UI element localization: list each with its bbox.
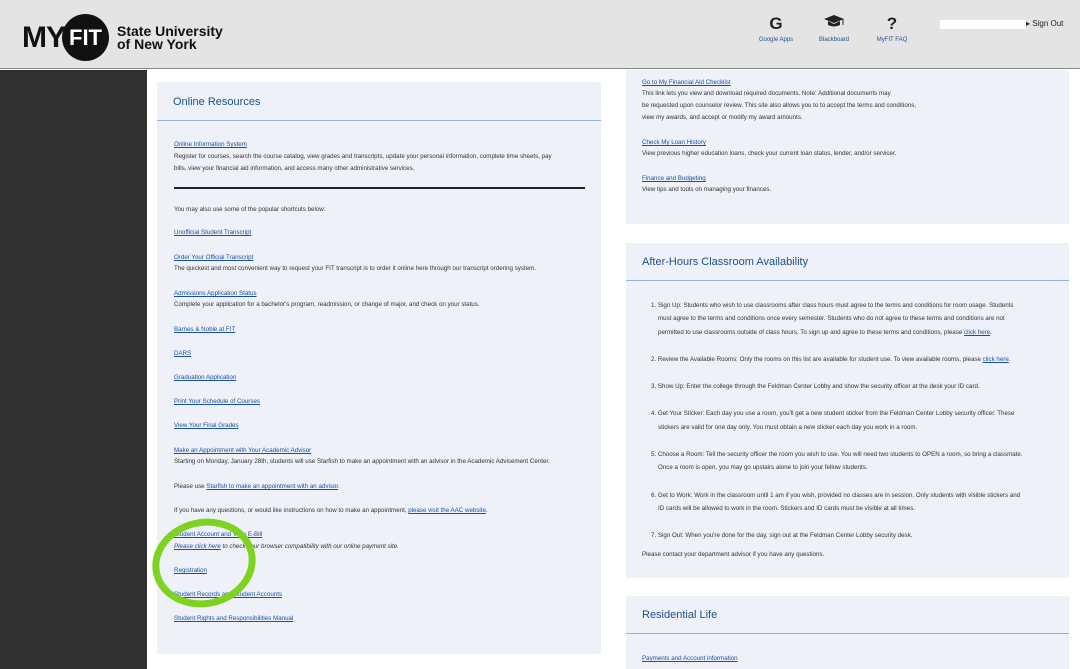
left-sidebar xyxy=(0,70,147,669)
unofficial-transcript-link[interactable]: Unofficial Student Transcript xyxy=(174,228,251,237)
order-transcript-description: The quickest and most convenient way to … xyxy=(174,265,537,272)
after-hours-item-6b: ID cards will be allowed to work in the … xyxy=(658,505,915,512)
print-schedule-link[interactable]: Print Your Schedule of Courses xyxy=(174,397,260,406)
after-hours-item-3: 3. Show Up: Enter the college through th… xyxy=(651,383,980,390)
after-hours-item-2: 2. Review the Available Rooms: Only the … xyxy=(651,356,1011,363)
myfit-faq-link[interactable]: ? MyFIT FAQ xyxy=(862,14,922,43)
after-hours-item-5b: Once a room is open, you may go upstairs… xyxy=(658,464,868,471)
graduation-cap-icon xyxy=(804,14,864,34)
after-hours-item-1a: 1. Sign Up: Students who wish to use cla… xyxy=(651,302,1014,309)
after-hours-title: After-Hours Classroom Availability xyxy=(642,256,809,268)
checklist-description-line3: view my awards, and accept or modify my … xyxy=(642,114,803,121)
google-apps-label: Google Apps xyxy=(758,37,794,43)
payments-account-link[interactable]: Payments and Account information xyxy=(642,654,738,663)
google-icon: G xyxy=(769,14,783,33)
after-hours-item-1b: must agree to the terms and conditions o… xyxy=(658,315,1005,322)
section-divider xyxy=(174,187,585,189)
student-rights-link[interactable]: Student Rights and Responsibilities Manu… xyxy=(174,614,293,623)
aac-questions-line: If you have any questions, or would like… xyxy=(174,507,488,514)
after-hours-item-4b: stickers are valid for one day only. You… xyxy=(658,424,918,431)
starfish-line: Please use Starfish to make an appointme… xyxy=(174,483,340,490)
barnes-noble-link[interactable]: Barnes & Noble at FIT xyxy=(174,325,235,334)
order-transcript-link[interactable]: Order Your Official Transcript xyxy=(174,253,253,262)
loan-history-description: View previous higher education loans, ch… xyxy=(642,150,897,157)
checklist-description-line2: be requested upon counselor review. This… xyxy=(642,102,917,109)
checklist-description-line1: This link lets you view and download req… xyxy=(642,90,891,97)
sign-up-click-here-link[interactable]: click here xyxy=(964,329,990,336)
after-hours-rule xyxy=(626,280,1069,281)
admissions-description: Complete your application for a bachelor… xyxy=(174,301,480,308)
aac-website-link[interactable]: please visit the AAC website xyxy=(408,507,486,514)
dars-link[interactable]: DARS xyxy=(174,349,191,358)
blackboard-label: Blackboard xyxy=(818,37,850,43)
shortcuts-intro: You may also use some of the popular sho… xyxy=(174,206,326,213)
online-information-system-link[interactable]: Online Information System xyxy=(174,140,247,149)
advisor-description: Starting on Monday, January 28th, studen… xyxy=(174,458,550,465)
google-apps-link[interactable]: G Google Apps xyxy=(746,14,806,43)
online-resources-rule xyxy=(157,120,601,121)
starfish-link[interactable]: Starfish to make an appointment with an … xyxy=(206,483,338,490)
caret-right-icon: ▸ xyxy=(1026,19,1031,28)
available-rooms-click-here-link[interactable]: click here xyxy=(983,356,1009,363)
ois-description-line1: Register for courses, search the course … xyxy=(174,153,552,160)
top-header: MY FIT State University of New York G Go… xyxy=(0,0,1080,69)
after-hours-item-4a: 4. Get Your Sticker: Each day you use a … xyxy=(651,410,1015,417)
financial-aid-checklist-link[interactable]: Go to My Financial Aid Checklist xyxy=(642,78,731,87)
after-hours-item-6a: 6. Get to Work: Work in the classroom un… xyxy=(651,492,1021,499)
question-mark-icon: ? xyxy=(886,14,898,33)
ois-description-line2: bills, view your financial aid informati… xyxy=(174,165,415,172)
logo-my-text: MY xyxy=(22,20,66,54)
after-hours-item-7: 7. Sign Out: When you're done for the da… xyxy=(651,532,913,539)
myfit-logo[interactable]: MY FIT State University of New York xyxy=(22,14,223,61)
redacted-username xyxy=(940,20,1026,29)
final-grades-link[interactable]: View Your Final Grades xyxy=(174,421,239,430)
after-hours-item-5a: 5. Choose a Room: Tell the security offi… xyxy=(651,451,1023,458)
logo-university-name: State University of New York xyxy=(117,22,223,52)
after-hours-item-1c: permitted to use classrooms outside of c… xyxy=(658,329,992,336)
finance-budgeting-link[interactable]: Finance and Budgeting xyxy=(642,174,706,183)
sign-out-link[interactable]: ▸ Sign Out xyxy=(1026,19,1063,28)
loan-history-link[interactable]: Check My Loan History xyxy=(642,138,706,147)
admissions-status-link[interactable]: Admissions Application Status xyxy=(174,289,257,298)
blackboard-link[interactable]: Blackboard xyxy=(804,14,864,43)
finance-budgeting-description: View tips and tools on managing your fin… xyxy=(642,186,772,193)
after-hours-contact: Please contact your department advisor i… xyxy=(642,551,825,558)
residential-life-rule xyxy=(626,633,1069,634)
online-resources-title: Online Resources xyxy=(173,96,261,108)
graduation-application-link[interactable]: Graduation Application xyxy=(174,373,236,382)
myfit-faq-label: MyFIT FAQ xyxy=(876,37,908,43)
logo-fit-circle: FIT xyxy=(62,14,109,61)
academic-advisor-link[interactable]: Make an Appointment with Your Academic A… xyxy=(174,446,311,455)
residential-life-title: Residential Life xyxy=(642,609,718,621)
